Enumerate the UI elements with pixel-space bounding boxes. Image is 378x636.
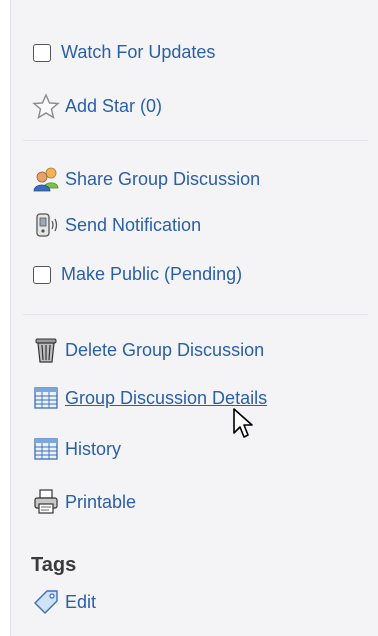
- add-star-label[interactable]: Add Star (0): [65, 96, 162, 117]
- send-notification-label[interactable]: Send Notification: [65, 215, 201, 236]
- edit-label[interactable]: Edit: [65, 592, 96, 613]
- watch-checkbox[interactable]: [33, 43, 51, 62]
- section-divider: [23, 140, 368, 141]
- section-divider: [23, 314, 368, 315]
- delete-label[interactable]: Delete Group Discussion: [65, 340, 264, 361]
- table-grid-icon[interactable]: [31, 435, 61, 463]
- phone-notification-icon[interactable]: [31, 211, 61, 239]
- add-star-button[interactable]: Add Star (0): [31, 92, 162, 120]
- details-label[interactable]: Group Discussion Details: [65, 388, 267, 409]
- share-label[interactable]: Share Group Discussion: [65, 169, 260, 190]
- send-notification-link[interactable]: Send Notification: [31, 211, 201, 239]
- tags-heading: Tags: [31, 554, 77, 576]
- share-users-icon[interactable]: [31, 165, 61, 193]
- mouse-pointer: [232, 407, 254, 444]
- history-link[interactable]: History: [31, 435, 121, 463]
- actions-sidebar: Watch For Updates Add Star (0) Share Gro…: [10, 0, 378, 636]
- table-grid-icon[interactable]: [31, 384, 61, 412]
- make-public-label[interactable]: Make Public (Pending): [61, 264, 242, 285]
- make-public-toggle[interactable]: Make Public (Pending): [31, 264, 242, 285]
- watch-for-updates-toggle[interactable]: Watch For Updates: [31, 42, 215, 63]
- printer-icon[interactable]: [31, 488, 61, 516]
- make-public-checkbox[interactable]: [33, 265, 51, 284]
- edit-tags-link[interactable]: Edit: [31, 588, 96, 616]
- watch-label[interactable]: Watch For Updates: [61, 42, 215, 63]
- trash-can-icon[interactable]: [31, 336, 61, 364]
- share-group-discussion-link[interactable]: Share Group Discussion: [31, 165, 260, 193]
- delete-group-discussion-link[interactable]: Delete Group Discussion: [31, 336, 264, 364]
- star-icon[interactable]: [31, 92, 61, 120]
- history-label[interactable]: History: [65, 439, 121, 460]
- tag-icon[interactable]: [31, 588, 61, 616]
- printable-label[interactable]: Printable: [65, 492, 136, 513]
- printable-link[interactable]: Printable: [31, 488, 136, 516]
